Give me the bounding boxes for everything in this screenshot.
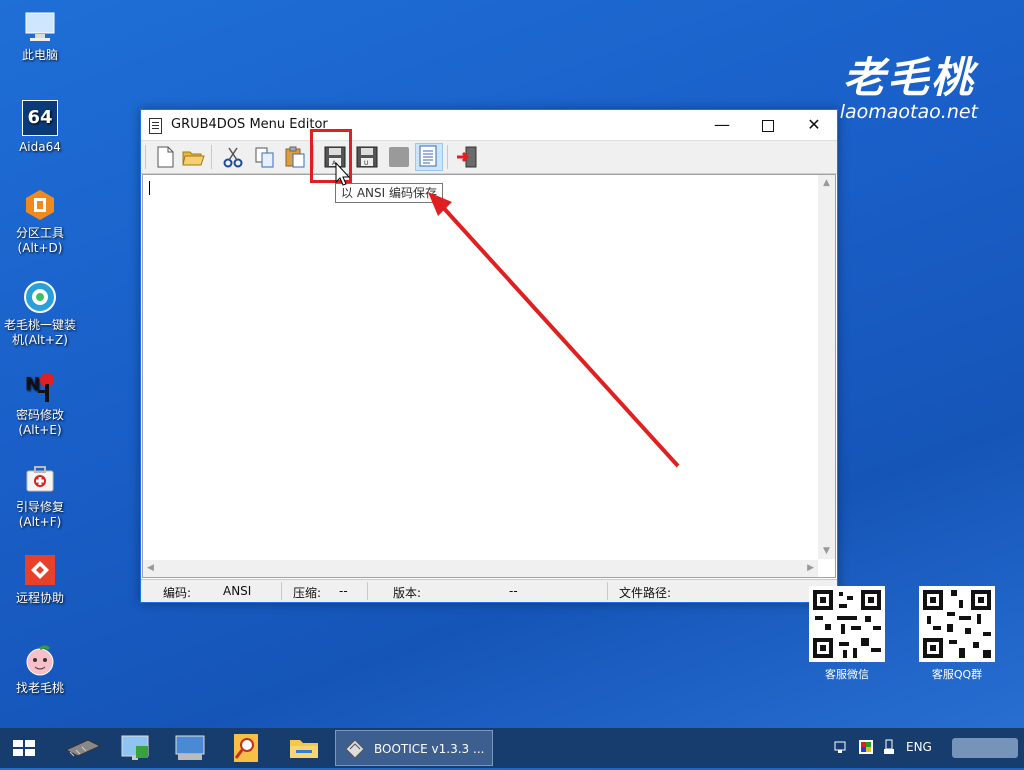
tray-usb-icon[interactable] — [882, 739, 896, 758]
qr-label: 客服QQ群 — [931, 668, 983, 681]
computer-monitor-icon — [175, 735, 205, 760]
taskbar-chip-app[interactable] — [58, 730, 106, 766]
taskbar-network-app[interactable] — [112, 730, 160, 766]
tray-display-icon[interactable] — [858, 739, 874, 758]
qr-wechat: 客服微信 — [808, 586, 886, 681]
tray-clock-blurred[interactable] — [952, 738, 1018, 758]
qr-qq-group: 客服QQ群 — [918, 586, 996, 681]
network-monitor-icon — [121, 735, 149, 760]
windows-logo-icon — [13, 740, 35, 756]
memory-chip-icon — [64, 739, 102, 757]
bootice-icon — [345, 739, 365, 759]
taskbar-active-task: BOOTICE v1.3.3 ... — [374, 742, 485, 756]
tray-language[interactable]: ENG — [906, 740, 932, 754]
taskbar-explorer-app[interactable] — [280, 730, 328, 766]
qr-label: 客服微信 — [825, 668, 869, 681]
taskbar: BOOTICE v1.3.3 ... ENG — [0, 728, 1024, 768]
taskbar-bootice-button[interactable]: BOOTICE v1.3.3 ... — [335, 730, 493, 766]
qr-code-icon — [919, 586, 995, 662]
qr-code-icon — [809, 586, 885, 662]
start-button[interactable] — [0, 730, 48, 766]
folder-icon — [290, 740, 318, 758]
taskbar-monitor-app[interactable] — [166, 730, 214, 766]
taskbar-search-app[interactable] — [222, 730, 270, 766]
tray-network-icon[interactable] — [834, 740, 850, 757]
search-magnifier-icon — [234, 734, 258, 762]
